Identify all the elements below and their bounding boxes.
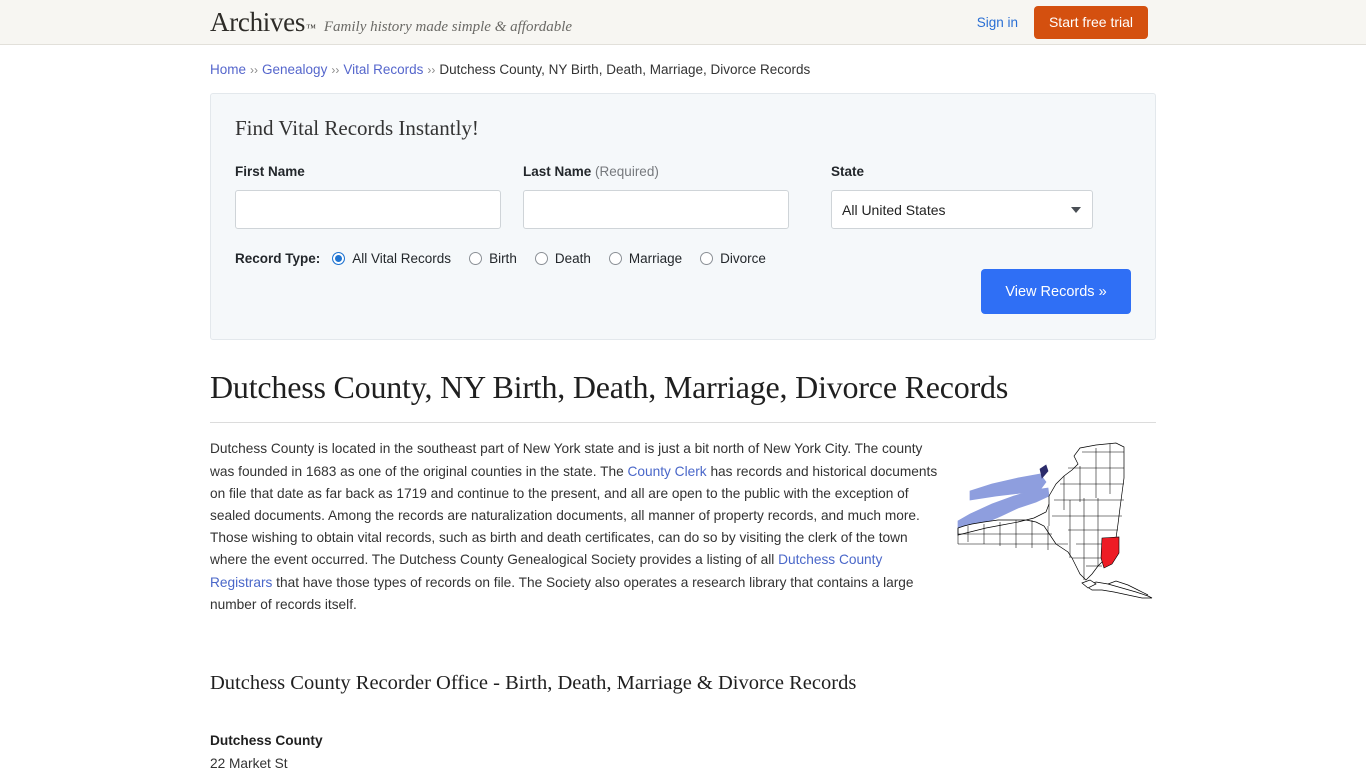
last-name-required-note: (Required) — [595, 164, 659, 179]
radio-label-death: Death — [554, 251, 591, 266]
article-body: Dutchess County is located in the southe… — [210, 438, 1156, 616]
radio-divorce[interactable]: Divorce — [700, 251, 766, 266]
header-actions: Sign in Start free trial — [977, 0, 1148, 45]
start-free-trial-button[interactable]: Start free trial — [1033, 6, 1148, 39]
radio-label-birth: Birth — [489, 251, 517, 266]
radio-label-divorce: Divorce — [720, 251, 766, 266]
breadcrumb-separator: ›› — [250, 63, 259, 77]
brand-logo-text: Archives — [210, 6, 306, 37]
last-name-label-text: Last Name — [523, 164, 592, 179]
breadcrumb-item-genealogy[interactable]: Genealogy — [262, 62, 327, 77]
first-name-field-group: First Name — [235, 164, 501, 229]
trademark-icon: ™ — [306, 22, 316, 34]
breadcrumb: Home ›› Genealogy ›› Vital Records ›› Dutchess… — [210, 62, 1156, 77]
page-content: Home ›› Genealogy ›› Vital Records ›› Dutchess… — [0, 62, 1366, 768]
address-street: 22 Market St — [210, 755, 288, 768]
state-selected-value: All United States — [842, 201, 946, 218]
record-type-label: Record Type: — [235, 251, 321, 266]
new-york-county-map-image — [956, 438, 1156, 603]
brand[interactable]: Archives ™ Family history made simple & a… — [210, 6, 573, 37]
radio-birth[interactable]: Birth — [469, 251, 517, 266]
radio-indicator-icon — [534, 252, 548, 265]
radio-indicator-icon — [700, 252, 714, 265]
address-org-name: Dutchess County — [210, 733, 323, 749]
state-label: State — [831, 164, 865, 179]
paragraph-part-3: that have those types of records on file… — [210, 574, 914, 612]
last-name-label: Last Name (Required) — [523, 164, 789, 179]
first-name-label: First Name — [235, 164, 305, 179]
recorder-office-section-title: Dutchess County Recorder Office - Birth,… — [210, 672, 857, 695]
title-divider — [210, 422, 1156, 424]
breadcrumb-item-home[interactable]: Home — [210, 62, 246, 77]
site-header: Archives ™ Family history made simple & a… — [0, 0, 1366, 45]
recorder-office-address: Dutchess County 22 Market St Poughkeepsi… — [210, 730, 1156, 768]
state-select[interactable]: All United States — [831, 190, 1093, 229]
sign-in-link[interactable]: Sign in — [977, 15, 1018, 30]
radio-marriage[interactable]: Marriage — [608, 251, 683, 266]
radio-label-all-vital-records: All Vital Records — [352, 251, 452, 266]
breadcrumb-separator: ›› — [427, 63, 436, 77]
radio-label-marriage: Marriage — [628, 251, 683, 266]
radio-indicator-icon — [608, 252, 622, 265]
radio-indicator-icon — [332, 252, 346, 265]
state-select-wrapper: All United States — [831, 190, 1093, 229]
radio-indicator-icon — [469, 252, 483, 265]
view-records-button[interactable]: View Records » — [981, 269, 1131, 314]
last-name-field-group: Last Name (Required) — [523, 164, 789, 229]
brand-tagline: Family history made simple & affordable — [323, 18, 573, 35]
page-title: Dutchess County, NY Birth, Death, Marria… — [210, 369, 1009, 405]
last-name-input[interactable] — [523, 190, 789, 229]
radio-all-vital-records[interactable]: All Vital Records — [332, 251, 451, 266]
breadcrumb-item-current: Dutchess County, NY Birth, Death, Marria… — [439, 62, 811, 77]
county-clerk-link[interactable]: County Clerk — [628, 464, 707, 479]
breadcrumb-separator: ›› — [331, 63, 340, 77]
search-fields-row: First Name Last Name (Required) State Al… — [235, 164, 1131, 229]
first-name-input[interactable] — [235, 190, 501, 229]
vital-records-search-panel: Find Vital Records Instantly! First Name… — [210, 93, 1156, 340]
search-panel-title: Find Vital Records Instantly! — [235, 116, 479, 140]
state-field-group: State All United States — [831, 164, 1093, 229]
radio-death[interactable]: Death — [534, 251, 591, 266]
record-type-group: Record Type: All Vital Records Birth Dea… — [235, 251, 1131, 266]
breadcrumb-item-vital-records[interactable]: Vital Records — [343, 62, 423, 77]
